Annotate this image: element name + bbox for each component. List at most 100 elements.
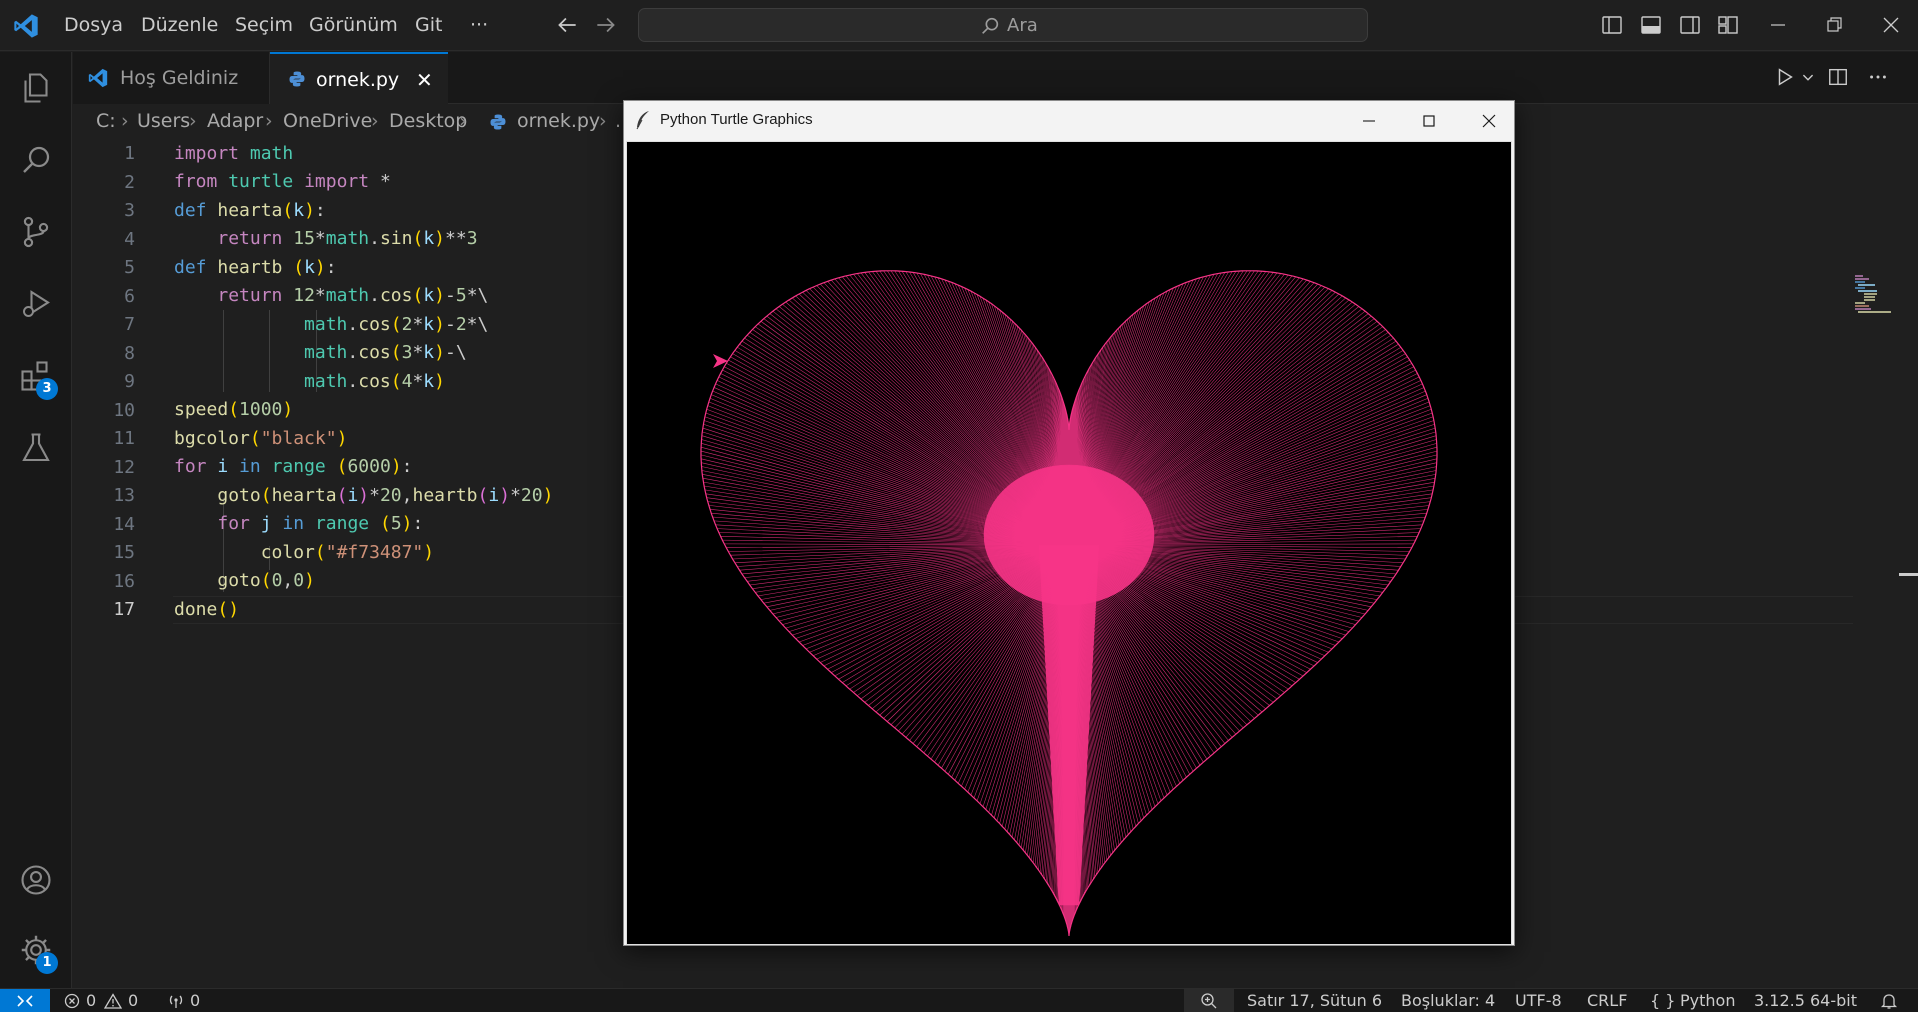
code-line: def hearta(k): (174, 200, 326, 221)
line-number: 1 (124, 143, 135, 164)
line-number: 6 (124, 285, 135, 307)
chevron-down-icon[interactable] (1800, 66, 1816, 88)
breadcrumb-item[interactable]: Adapr (207, 110, 263, 132)
menu-view[interactable]: Görünüm (309, 14, 398, 36)
language-braces-icon[interactable]: { } (1650, 991, 1675, 1010)
search-icon (982, 17, 999, 34)
search-icon[interactable] (18, 142, 54, 178)
explorer-icon[interactable] (18, 70, 54, 106)
minimize-icon[interactable] (1766, 13, 1790, 37)
error-count[interactable]: 0 (86, 991, 96, 1010)
ports-count[interactable]: 0 (190, 991, 200, 1010)
error-icon[interactable] (64, 993, 80, 1009)
line-number: 4 (124, 228, 135, 250)
python-interpreter[interactable]: 3.12.5 64-bit (1754, 991, 1857, 1010)
code-line: for i in range (6000): (174, 456, 413, 477)
breadcrumb-item[interactable]: ornek.py (517, 110, 600, 132)
breadcrumb-item[interactable]: Desktop (389, 110, 467, 132)
minimize-icon[interactable] (1359, 111, 1379, 131)
ports-broadcast-icon[interactable] (166, 993, 186, 1009)
remote-icon (17, 995, 33, 1007)
warning-count[interactable]: 0 (128, 991, 138, 1010)
testing-flask-icon[interactable] (18, 430, 54, 466)
turtle-window-titlebar[interactable]: Python Turtle Graphics (624, 101, 1514, 141)
cursor-position[interactable]: Satır 17, Sütun 6 (1247, 991, 1382, 1010)
toggle-panel-icon[interactable] (1639, 13, 1663, 37)
python-icon (490, 114, 506, 130)
title-bar: Dosya Düzenle Seçim Görünüm Git ··· Ara (0, 0, 1918, 51)
tab-welcome-label: Hoş Geldiniz (120, 67, 239, 89)
line-number: 11 (113, 428, 135, 449)
remote-indicator[interactable] (0, 989, 50, 1012)
code-line: def heartb (k): (174, 257, 337, 278)
code-line: goto(0,0) (217, 570, 315, 591)
turtle-cursor-icon (713, 354, 728, 368)
code-line: color("#f73487") (260, 542, 435, 563)
close-window-icon[interactable] (1879, 13, 1903, 37)
language-mode[interactable]: Python (1680, 991, 1735, 1010)
indentation[interactable]: Boşluklar: 4 (1401, 991, 1495, 1010)
tab-close-button[interactable]: ✕ (416, 68, 433, 92)
run-debug-icon[interactable] (18, 286, 54, 322)
breadcrumb-item[interactable]: OneDrive (283, 110, 372, 132)
breadcrumb-item[interactable]: C: (96, 110, 116, 132)
tab-ornek-py[interactable]: ornek.py ✕ (270, 52, 448, 104)
zoom-indicator[interactable] (1184, 989, 1234, 1012)
maximize-icon[interactable] (1419, 111, 1439, 131)
code-line: bgcolor("black") (174, 428, 348, 449)
line-ending[interactable]: CRLF (1587, 991, 1627, 1010)
menu-more[interactable]: ··· (470, 14, 488, 36)
restore-icon[interactable] (1822, 13, 1846, 37)
code-line: return 15*math.sin(k)**3 (217, 228, 478, 249)
forward-arrow-icon[interactable] (593, 12, 619, 38)
line-number: 3 (124, 200, 135, 221)
more-actions-icon[interactable] (1867, 66, 1889, 88)
turtle-graphics-window[interactable]: Python Turtle Graphics (623, 100, 1515, 946)
code-line: math.cos(3*k)-\ (304, 342, 467, 363)
close-icon[interactable] (1479, 111, 1499, 131)
encoding[interactable]: UTF-8 (1515, 991, 1562, 1010)
chevron-right-icon: › (121, 110, 129, 132)
chevron-right-icon: › (599, 110, 607, 132)
chevron-right-icon: › (189, 110, 197, 132)
search-placeholder: Ara (1007, 15, 1038, 36)
account-icon[interactable] (18, 862, 54, 898)
back-arrow-icon[interactable] (554, 12, 580, 38)
menu-edit[interactable]: Düzenle (141, 14, 218, 36)
toggle-secondary-sidebar-icon[interactable] (1678, 13, 1702, 37)
line-number: 16 (113, 570, 135, 592)
vscode-logo-icon (88, 68, 108, 88)
line-number: 7 (124, 314, 135, 335)
activity-bar: 3 1 (0, 52, 72, 988)
line-number: 12 (113, 456, 135, 478)
run-python-file-icon[interactable] (1774, 66, 1796, 88)
extensions-badge: 3 (36, 378, 58, 400)
line-number: 8 (124, 342, 135, 364)
menu-file[interactable]: Dosya (64, 14, 123, 36)
editor-tab-bar: Hoş Geldiniz ornek.py ✕ (73, 52, 1918, 104)
command-center-search[interactable]: Ara (638, 8, 1368, 42)
menu-selection[interactable]: Seçim (235, 14, 293, 36)
warning-icon[interactable] (104, 993, 122, 1009)
vscode-logo-icon[interactable] (12, 12, 40, 40)
line-number: 14 (113, 513, 135, 535)
customize-layout-icon[interactable] (1716, 13, 1740, 37)
chevron-right-icon: › (371, 110, 379, 132)
turtle-window-title: Python Turtle Graphics (660, 111, 813, 128)
split-editor-icon[interactable] (1827, 66, 1849, 88)
tab-welcome[interactable]: Hoş Geldiniz (73, 52, 270, 104)
python-icon (289, 71, 305, 87)
minimap[interactable] (1855, 274, 1895, 314)
heart-drawing (700, 270, 1438, 936)
chevron-right-icon: › (265, 110, 273, 132)
line-number: 9 (124, 371, 135, 392)
code-line: done() (174, 599, 240, 620)
settings-badge: 1 (36, 952, 58, 974)
toggle-primary-sidebar-icon[interactable] (1600, 13, 1624, 37)
breadcrumb-item[interactable]: Users (137, 110, 190, 132)
source-control-icon[interactable] (18, 214, 54, 250)
code-line: speed(1000) (174, 399, 294, 420)
bell-icon[interactable] (1880, 992, 1898, 1010)
menu-git[interactable]: Git (415, 14, 442, 36)
code-line: goto(hearta(i)*20,heartb(i)*20) (217, 485, 554, 506)
